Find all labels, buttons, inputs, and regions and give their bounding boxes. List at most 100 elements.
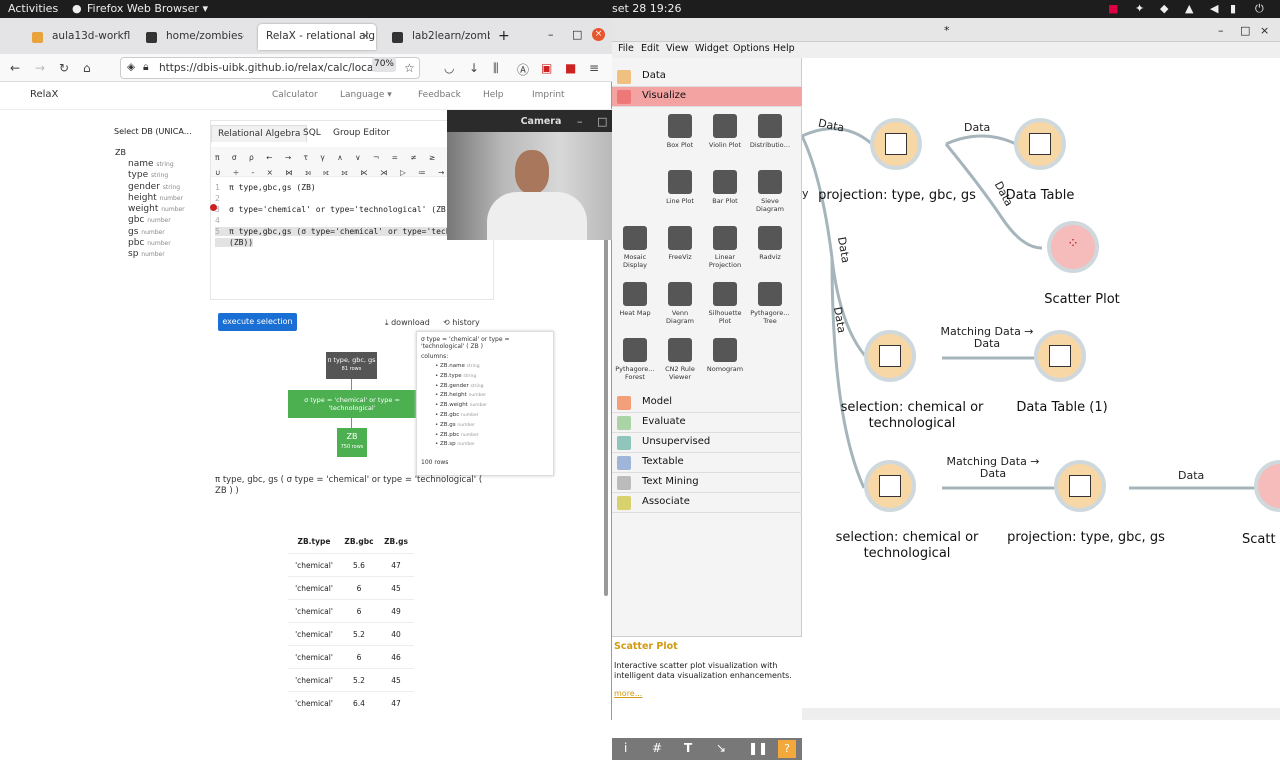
- menu-help[interactable]: Help: [773, 43, 795, 54]
- widget-item[interactable]: Bar Plot: [702, 170, 748, 205]
- widget-item[interactable]: Sieve Diagram: [747, 170, 793, 213]
- home-icon[interactable]: ⌂: [83, 61, 91, 75]
- help-icon[interactable]: ?: [778, 740, 796, 758]
- grid-icon[interactable]: #: [652, 741, 662, 755]
- node-projection-2[interactable]: [1054, 460, 1106, 512]
- nav-help[interactable]: Help: [483, 90, 504, 100]
- tray-icon-2[interactable]: ◆: [1160, 2, 1168, 15]
- tree-node-projection[interactable]: π type, gbc, gs 81 rows: [326, 352, 377, 379]
- tab-lab2learn[interactable]: lab2learn/zombie: [380, 24, 490, 50]
- node-projection[interactable]: [870, 118, 922, 170]
- nav-language[interactable]: Language ▾: [340, 90, 392, 100]
- widget-item[interactable]: Mosaic Display: [612, 226, 658, 269]
- widget-item[interactable]: Box Plot: [657, 114, 703, 149]
- category-item[interactable]: Text Mining: [612, 473, 802, 493]
- info-icon[interactable]: i: [624, 741, 627, 755]
- help-more-link[interactable]: more...: [614, 689, 642, 698]
- orange-maximize-icon[interactable]: □: [1240, 24, 1250, 37]
- activities-button[interactable]: Activities: [8, 2, 58, 15]
- node-data-table[interactable]: [1014, 118, 1066, 170]
- widget-item[interactable]: Pythagore… Forest: [612, 338, 658, 381]
- widget-item[interactable]: Heat Map: [612, 282, 658, 317]
- extension-icon[interactable]: ▣: [541, 61, 552, 75]
- widget-item[interactable]: FreeViz: [657, 226, 703, 261]
- library-icon[interactable]: ⫼: [493, 61, 499, 76]
- sound-icon[interactable]: ◀: [1210, 2, 1218, 15]
- menu-icon[interactable]: ≡: [589, 61, 599, 75]
- dropbox-icon[interactable]: ✦: [1135, 2, 1144, 15]
- relax-brand[interactable]: RelaX: [30, 89, 58, 100]
- menu-widget[interactable]: Widget: [695, 43, 728, 54]
- category-item[interactable]: Associate: [612, 493, 802, 513]
- camera-maximize-icon[interactable]: □: [597, 115, 607, 128]
- node-selection-2[interactable]: [864, 460, 916, 512]
- attribute-item[interactable]: weight number: [110, 204, 205, 215]
- attribute-item[interactable]: gender string: [110, 182, 205, 193]
- account-icon[interactable]: Ⓐ: [517, 61, 529, 78]
- tab-sql[interactable]: SQL: [297, 125, 327, 141]
- category-item[interactable]: Textable: [612, 453, 802, 473]
- menu-view[interactable]: View: [666, 43, 689, 54]
- attribute-item[interactable]: type string: [110, 170, 205, 181]
- menu-options[interactable]: Options: [733, 43, 770, 54]
- widget-item[interactable]: Line Plot: [657, 170, 703, 205]
- tray-icon[interactable]: ■: [1108, 2, 1118, 15]
- camera-minimize-icon[interactable]: –: [577, 115, 583, 128]
- widget-item[interactable]: CN2 Rule Viewer: [657, 338, 703, 381]
- battery-icon[interactable]: ▮: [1230, 2, 1236, 15]
- downloads-icon[interactable]: ↓: [469, 61, 479, 75]
- download-link[interactable]: ⤓ download: [385, 318, 430, 328]
- attribute-item[interactable]: sp number: [110, 249, 205, 260]
- widget-item[interactable]: Linear Projection: [702, 226, 748, 269]
- menu-edit[interactable]: Edit: [641, 43, 659, 54]
- attribute-item[interactable]: gs number: [110, 227, 205, 238]
- tab-aula13d[interactable]: aula13d-workflow: [20, 24, 130, 50]
- back-icon[interactable]: ←: [10, 61, 20, 75]
- code-line[interactable]: 2: [215, 194, 229, 203]
- relation-name[interactable]: ZB: [110, 148, 205, 159]
- tab-home-zombies[interactable]: home/zombies-st: [134, 24, 244, 50]
- power-icon[interactable]: ⏻: [1255, 2, 1264, 16]
- tab-group-editor[interactable]: Group Editor: [327, 125, 396, 141]
- pause-icon[interactable]: ❚❚: [748, 741, 768, 755]
- widget-item[interactable]: Nomogram: [702, 338, 748, 373]
- category-data[interactable]: Data: [612, 67, 802, 87]
- attribute-item[interactable]: height number: [110, 193, 205, 204]
- tree-node-selection[interactable]: σ type = 'chemical' or type = 'technolog…: [288, 390, 416, 418]
- code-line[interactable]: 5 π type,gbc,gs (σ type='chemical' or typ…: [215, 227, 470, 236]
- category-item[interactable]: Evaluate: [612, 413, 802, 433]
- code-line[interactable]: 3 σ type='chemical' or type='technologica…: [215, 205, 451, 214]
- attribute-item[interactable]: gbc number: [110, 215, 205, 226]
- error-marker-icon[interactable]: [210, 204, 217, 211]
- nav-imprint[interactable]: Imprint: [532, 90, 565, 100]
- text-annotation-icon[interactable]: T: [684, 741, 692, 755]
- shield-icon[interactable]: ◈: [127, 61, 135, 73]
- node-scatter-plot[interactable]: ⁘: [1047, 221, 1099, 273]
- workflow-canvas[interactable]: projection: type, gbc, gs Data Table ⁘ S…: [802, 58, 1280, 718]
- menu-file[interactable]: File: [618, 43, 634, 54]
- category-visualize[interactable]: Visualize: [612, 87, 802, 107]
- canvas-scrollbar[interactable]: [802, 708, 1280, 718]
- widget-item[interactable]: Pythagore… Tree: [747, 282, 793, 325]
- history-link[interactable]: ⟲ history: [443, 318, 480, 327]
- node-selection-1[interactable]: [864, 330, 916, 382]
- category-item[interactable]: Model: [612, 393, 802, 413]
- select-db-button[interactable]: Select DB (UNICA…: [114, 127, 192, 136]
- widget-item[interactable]: Distributio…: [747, 114, 793, 149]
- attribute-item[interactable]: name string: [110, 159, 205, 170]
- nav-feedback[interactable]: Feedback: [418, 90, 461, 100]
- new-tab-icon[interactable]: +: [498, 28, 510, 44]
- nav-calculator[interactable]: Calculator: [272, 90, 318, 100]
- tab-relax[interactable]: RelaX - relational alg ×: [258, 24, 376, 50]
- pocket-icon[interactable]: ◡: [444, 61, 454, 75]
- execute-selection-button[interactable]: execute selection: [218, 313, 297, 331]
- tab-relational-algebra[interactable]: Relational Algebra: [211, 125, 308, 142]
- network-icon[interactable]: ▲: [1185, 2, 1193, 15]
- widget-item[interactable]: Violin Plot: [702, 114, 748, 149]
- widget-item[interactable]: Radviz: [747, 226, 793, 261]
- forward-icon[interactable]: →: [35, 61, 45, 75]
- code-line[interactable]: (ZB)): [215, 238, 254, 247]
- code-line[interactable]: 4: [215, 216, 229, 225]
- close-tab-icon[interactable]: ×: [361, 30, 370, 42]
- arrow-annotation-icon[interactable]: ↘: [716, 741, 726, 755]
